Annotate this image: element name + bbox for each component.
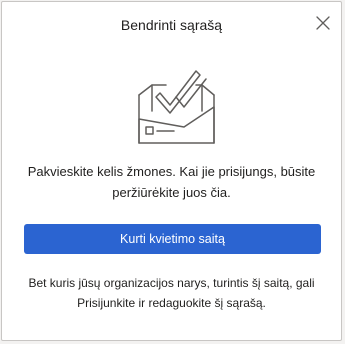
invite-description: Pakvieskite kelis žmones. Kai jie prisij… (2, 161, 341, 203)
footer-line-1: Bet kuris jūsų organizacijos narys, turi… (28, 276, 315, 290)
invite-line-1: Pakvieskite kelis žmones. Kai jie prisij… (27, 164, 316, 179)
link-permission-note: Bet kuris jūsų organizacijos narys, turi… (2, 273, 341, 313)
footer-line-2: Prisijunkite ir redaguokite šį sąrašą. (77, 296, 266, 310)
share-list-dialog: Bendrinti sąrašą Pakvieskite kelis žmone… (1, 1, 342, 341)
envelope-checkmark-icon (136, 67, 216, 147)
close-icon[interactable] (315, 15, 331, 31)
dialog-title: Bendrinti sąrašą (120, 17, 223, 33)
create-invite-link-button[interactable]: Kurti kvietimo saitą (24, 224, 321, 254)
invite-line-2: peržiūrėkite juos čia. (112, 185, 231, 200)
